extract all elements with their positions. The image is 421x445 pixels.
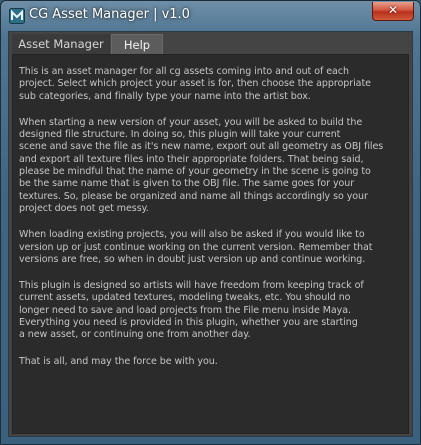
help-text-line: When loading existing projects, you will… [19,229,365,241]
tab-help[interactable]: Help [111,34,163,54]
help-text-line: sub categories, and finally type your na… [19,90,311,102]
window-title: CG Asset Manager | v1.0 [29,7,190,22]
help-text-line: please be mindful that the name of your … [19,166,371,178]
close-icon: ✕ [387,3,399,17]
help-text-line: This is an asset manager for all cg asse… [19,66,349,77]
help-paragraph: When loading existing projects, you will… [19,229,402,266]
help-paragraph: That is all, and may the force be with y… [19,356,402,368]
help-text-line: be the same name that is given to the OB… [19,178,355,190]
help-text-line: This plugin is designed so artists will … [19,280,364,292]
maya-app-icon [9,8,25,24]
help-text-line: Everything you need is provided in this … [19,317,358,329]
help-text-line: designed file structure. In doing so, th… [19,129,341,141]
help-text-line: and export all texture files into their … [19,153,364,165]
help-text-line: textures. So, please be organized and na… [19,190,368,202]
help-text-line: scene and save the file as it's new name… [19,141,384,153]
help-text-panel: This is an asset manager for all cg asse… [12,54,409,434]
help-paragraph: This plugin is designed so artists will … [19,280,402,341]
client-area: Asset Manager Help This is an asset mana… [8,31,413,437]
help-text-line: versions are free, so when in doubt just… [19,253,366,265]
help-paragraph: When starting a new version of your asse… [19,117,402,215]
title-bar[interactable]: CG Asset Manager | v1.0 ✕ [1,1,420,31]
help-text-line: project does not get messy. [19,202,149,214]
app-window: CG Asset Manager | v1.0 ✕ Asset Manager … [0,0,421,445]
help-text-line: current assets, updated textures, modeli… [19,292,351,304]
help-text-line: a new asset, or continuing one from anot… [19,329,251,341]
tab-asset-manager[interactable]: Asset Manager [12,34,110,54]
help-text-line: When starting a new version of your asse… [19,116,363,128]
help-text-line: project. Select which project your asset… [19,78,371,90]
help-paragraph: This is an asset manager for all cg asse… [19,66,402,103]
help-text-line: version up or just continue working on t… [19,241,373,253]
close-button[interactable]: ✕ [372,2,414,21]
help-text-line: longer need to save and load projects fr… [19,304,351,316]
help-text-line: That is all, and may the force be with y… [19,355,218,367]
